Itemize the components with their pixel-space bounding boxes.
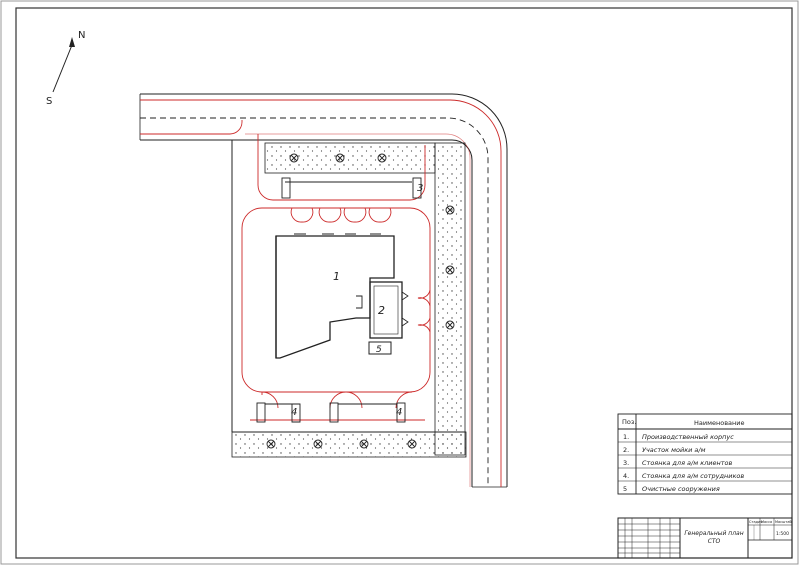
legend-name-1: Производственный корпус (642, 433, 734, 441)
title-block-text: Генеральный план СТО Стадия Масса Масшта… (684, 520, 791, 545)
legend-pos-5: 5 (623, 485, 627, 493)
legend-pos-2: 2. (623, 446, 629, 454)
label-2: 2 (378, 304, 385, 317)
title-block (617, 517, 793, 559)
green-belt-top (264, 142, 436, 174)
scale-value: 1:500 (776, 531, 789, 537)
title-line-2: СТО (708, 538, 721, 545)
label-1: 1 (333, 270, 340, 283)
title-line-1: Генеральный план (684, 530, 743, 537)
label-5: 5 (376, 345, 382, 355)
legend-name-3: Стоянка для а/м клиентов (642, 459, 733, 467)
compass: N S (46, 30, 85, 107)
label-4a: 4 (291, 407, 297, 418)
label-4b: 4 (396, 407, 402, 418)
legend-name-5: Очистные сооружения (642, 485, 720, 493)
compass-south-label: S (46, 96, 52, 107)
green-zones (231, 142, 467, 458)
legend-pos-4: 4. (623, 472, 629, 480)
treatment-facility: 5 (368, 341, 392, 355)
green-belt-right (434, 142, 466, 456)
legend-pos-3: 3. (623, 459, 629, 467)
sheet-header: Масса (761, 520, 772, 524)
building-wash: 2 (369, 281, 409, 339)
legend-pos-1: 1. (623, 433, 629, 441)
compass-north-label: N (78, 30, 85, 41)
parking-staff: 4 4 (256, 402, 406, 423)
legend-name-header: Наименование (694, 419, 745, 427)
parking-clients: 3 (281, 177, 423, 199)
legend-name-4: Стоянка для а/м сотрудников (642, 472, 744, 480)
building-main: 1 (275, 233, 395, 359)
site-plan-drawing: N S 3 1 2 5 4 4 Поз. Наименование 1. Про… (0, 0, 799, 565)
scale-header: Масштаб (775, 520, 792, 524)
site-boundary (231, 140, 466, 433)
label-3: 3 (417, 183, 423, 194)
legend-name-2: Участок мойки а/м (642, 446, 706, 454)
legend-pos-header: Поз. (622, 418, 636, 426)
